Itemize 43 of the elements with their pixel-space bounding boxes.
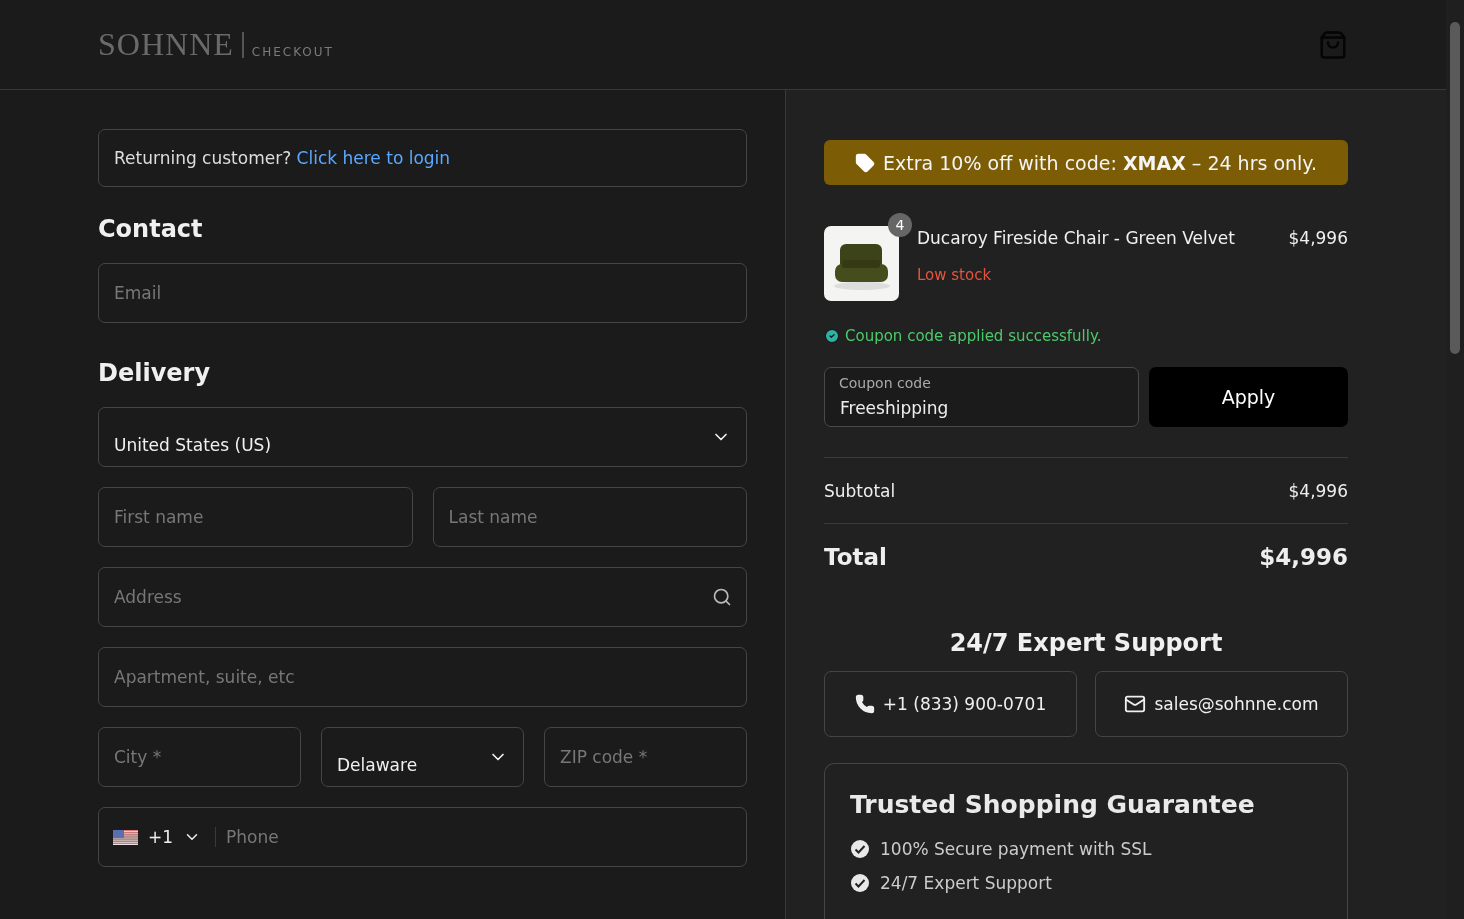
support-heading: 24/7 Expert Support (948, 629, 1224, 657)
contact-heading: Contact (98, 215, 204, 243)
address-field[interactable]: Address (98, 567, 747, 627)
product-name: Ducaroy Fireside Chair - Green Velvet (917, 228, 1236, 248)
country-code-button[interactable]: +1 (113, 827, 217, 847)
tag-icon (855, 152, 876, 173)
coupon-field-label: Coupon code (839, 375, 931, 391)
mail-icon (1124, 693, 1147, 715)
check-circle-icon (824, 328, 840, 344)
login-link[interactable]: Click here to login (296, 148, 451, 168)
state-select[interactable]: Delaware (321, 727, 524, 787)
check-circle-icon (850, 839, 870, 859)
email-field[interactable]: Email (98, 263, 747, 323)
page-subtitle: CHECKOUT (251, 44, 334, 59)
first-name-field[interactable]: First name (98, 487, 413, 547)
phone-icon (854, 694, 875, 714)
delivery-heading: Delivery (98, 359, 212, 387)
apply-button[interactable]: Apply (1149, 367, 1348, 427)
login-prompt: Returning customer? (114, 148, 293, 168)
us-flag-icon (113, 829, 138, 845)
country-select[interactable]: United States (US) (98, 407, 747, 467)
subtotal-label: Subtotal (824, 480, 896, 501)
coupon-success-message: Coupon code applied successfully. (845, 327, 1102, 345)
apartment-field[interactable]: Apartment, suite, etc (98, 647, 747, 707)
city-field[interactable]: City * (98, 727, 301, 787)
promo-text: Extra 10% off with code: XMAX – 24 hrs only. (883, 151, 1317, 174)
check-circle-icon (850, 873, 870, 893)
guarantee-item: 24/7 Expert Support (880, 873, 1052, 893)
phone-link[interactable]: +1 (833) 900-0701 (824, 671, 1077, 737)
quantity-badge: 4 (888, 213, 912, 237)
search-icon[interactable] (712, 587, 732, 607)
scrollbar-thumb[interactable] (1450, 22, 1460, 354)
total-value: $4,996 (1259, 543, 1348, 570)
guarantee-item: 100% Secure payment with SSL (880, 839, 1152, 859)
stock-status: Low stock (917, 266, 993, 284)
email-link[interactable]: sales@sohnne.com (1095, 671, 1348, 737)
product-price: $4,996 (1288, 227, 1348, 250)
scrollbar[interactable] (1446, 0, 1464, 919)
zip-field[interactable]: ZIP code * (544, 727, 747, 787)
last-name-field[interactable]: Last name (432, 487, 747, 547)
guarantee-heading: Trusted Shopping Guarantee (850, 790, 1256, 819)
subtotal-value: $4,996 (1288, 480, 1348, 501)
total-label: Total (824, 543, 887, 570)
